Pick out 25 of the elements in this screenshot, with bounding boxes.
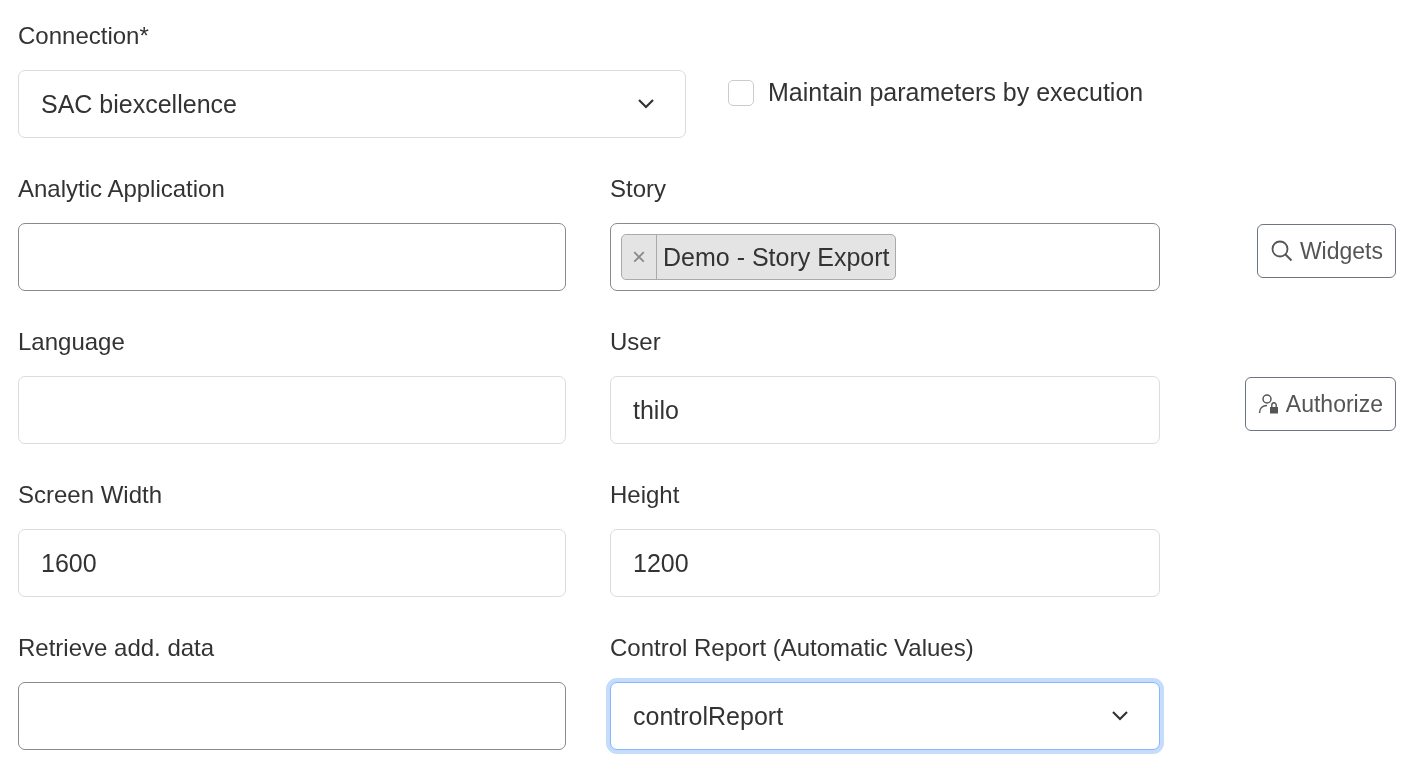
tag-label: Demo - Story Export — [662, 241, 891, 273]
field-label: Language — [18, 327, 126, 357]
input-field[interactable] — [18, 223, 566, 291]
input-field[interactable]: 1600 — [18, 529, 566, 597]
input-field[interactable] — [18, 682, 566, 750]
chevron-down-icon — [1111, 710, 1129, 722]
user-lock-icon — [1257, 393, 1280, 415]
search-icon — [1269, 239, 1294, 263]
field-label: Story — [610, 174, 667, 204]
input-field[interactable]: thilo — [610, 376, 1160, 444]
connection-select[interactable]: SAC biexcellence — [18, 70, 686, 138]
tag-input-field[interactable]: × Demo - Story Export — [610, 223, 1160, 291]
field-label: Retrieve add. data — [18, 633, 216, 663]
authorize-button[interactable]: Authorize — [1244, 377, 1396, 431]
field-label: Analytic Application — [18, 174, 226, 204]
field-label: User — [610, 327, 662, 357]
checkbox[interactable] — [728, 79, 754, 106]
input-field[interactable]: 1200 — [610, 529, 1160, 597]
field-label: Height — [610, 480, 681, 510]
field-label: Control Report (Automatic Values) — [610, 633, 975, 663]
field-label: Connection* — [18, 21, 150, 51]
chevron-down-icon — [637, 98, 655, 110]
checkbox-label: Maintain parameters by execution — [768, 78, 1144, 107]
field-label: Screen Width — [18, 480, 164, 510]
widgets-button[interactable]: Widgets — [1256, 224, 1396, 278]
